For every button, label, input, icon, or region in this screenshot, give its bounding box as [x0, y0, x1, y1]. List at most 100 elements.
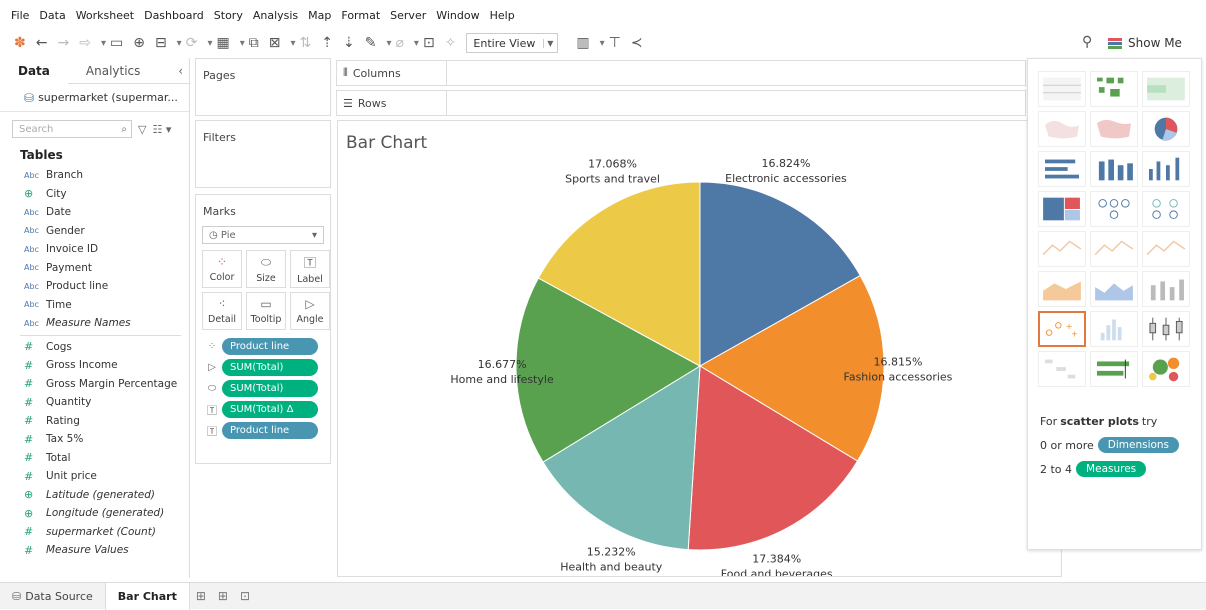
datasource-item[interactable]: ⛁ supermarket (supermar...: [0, 84, 189, 112]
data-source-tab[interactable]: ⛁ Data Source: [0, 583, 105, 610]
swap-icon[interactable]: ⇅: [300, 32, 312, 54]
new-worksheet-icon[interactable]: ⊞: [196, 589, 206, 603]
field-latitude-generated[interactable]: ⊕ Latitude (generated): [0, 486, 189, 505]
show-me-histogram[interactable]: [1090, 311, 1138, 347]
save-icon[interactable]: ▭: [110, 32, 123, 54]
menu-item-data[interactable]: Data: [34, 9, 70, 22]
share-icon[interactable]: ≺: [631, 32, 643, 54]
tableau-logo-icon[interactable]: ✽: [14, 32, 26, 54]
field-measure-values[interactable]: # Measure Values: [0, 541, 189, 560]
show-cards-icon[interactable]: ▥: [576, 32, 589, 54]
dropdown-icon[interactable]: ▾: [414, 32, 419, 54]
highlight-icon[interactable]: ✎: [365, 32, 377, 54]
pause-updates-icon[interactable]: ⊟: [155, 32, 167, 54]
show-me-symbol-map[interactable]: [1038, 111, 1086, 147]
duplicate-icon[interactable]: ⧉: [249, 32, 259, 54]
field-gross-margin-percentage[interactable]: # Gross Margin Percentage: [0, 375, 189, 394]
dropdown-icon[interactable]: ▾: [207, 32, 212, 54]
show-me-filled-map[interactable]: [1090, 111, 1138, 147]
field-tax-5[interactable]: # Tax 5%: [0, 430, 189, 449]
menu-item-analysis[interactable]: Analysis: [248, 9, 303, 22]
field-product-line[interactable]: Abc Product line: [0, 277, 189, 296]
menu-item-file[interactable]: File: [6, 9, 34, 22]
label-button[interactable]: 🅃 Label: [290, 250, 330, 288]
refresh-icon[interactable]: ⟳: [186, 32, 198, 54]
show-me-scatter-plot[interactable]: + +: [1038, 311, 1086, 347]
field-supermarket-count[interactable]: # supermarket (Count): [0, 523, 189, 542]
menu-item-help[interactable]: Help: [485, 9, 520, 22]
sheet-tab-bar-chart[interactable]: Bar Chart: [104, 582, 190, 610]
show-me-bullet-graph[interactable]: [1090, 351, 1138, 387]
menu-item-story[interactable]: Story: [209, 9, 248, 22]
dropdown-icon[interactable]: ▾: [600, 32, 605, 54]
size-button[interactable]: ⬭ Size: [246, 250, 286, 288]
show-me-dual-combination[interactable]: [1142, 271, 1190, 307]
field-gross-income[interactable]: # Gross Income: [0, 356, 189, 375]
show-me-side-by-side-bars[interactable]: [1142, 151, 1190, 187]
show-me-dual-line[interactable]: [1142, 231, 1190, 267]
show-me-area-continuous[interactable]: [1038, 271, 1086, 307]
new-dashboard-icon[interactable]: ⊞: [218, 589, 228, 603]
pin-icon[interactable]: ⚲: [1082, 34, 1092, 50]
forward-icon[interactable]: →: [57, 32, 69, 54]
presentation-mode-icon[interactable]: ⊤: [609, 32, 621, 54]
show-me-treemap[interactable]: [1038, 191, 1086, 227]
marks-pill[interactable]: SUM(Total): [222, 358, 318, 376]
field-gender[interactable]: Abc Gender: [0, 222, 189, 241]
group-icon[interactable]: ⌀: [395, 32, 403, 54]
field-invoice-id[interactable]: Abc Invoice ID: [0, 240, 189, 259]
new-worksheet-icon[interactable]: ▦: [216, 32, 229, 54]
pie-chart[interactable]: 16.824% Electronic accessories 16.815% Fash…: [338, 121, 1061, 580]
pages-card[interactable]: Pages: [195, 58, 331, 116]
dropdown-icon[interactable]: ▾: [177, 32, 182, 54]
dropdown-icon[interactable]: ▾: [386, 32, 391, 54]
tab-data[interactable]: Data: [0, 58, 68, 84]
filter-icon[interactable]: ▽: [138, 123, 146, 136]
show-me-discrete-line[interactable]: [1090, 231, 1138, 267]
angle-button[interactable]: ▷ Angle: [290, 292, 330, 330]
show-me-text-table[interactable]: [1038, 71, 1086, 107]
show-me-stacked-bars[interactable]: [1090, 151, 1138, 187]
view-size-select[interactable]: Entire View ▼: [466, 33, 559, 53]
marks-pill[interactable]: SUM(Total): [222, 379, 318, 397]
menu-item-map[interactable]: Map: [303, 9, 336, 22]
show-me-heat-map[interactable]: [1090, 71, 1138, 107]
field-payment[interactable]: Abc Payment: [0, 259, 189, 278]
rows-shelf[interactable]: ☰ Rows: [336, 90, 1026, 116]
columns-shelf[interactable]: ⦀ Columns: [336, 60, 1026, 86]
menu-item-dashboard[interactable]: Dashboard: [139, 9, 209, 22]
new-story-icon[interactable]: ⊡: [240, 589, 250, 603]
fix-axes-icon[interactable]: ✧: [445, 32, 457, 54]
show-me-horizontal-bars[interactable]: [1038, 151, 1086, 187]
show-me-button[interactable]: Show Me: [1108, 30, 1206, 56]
field-measure-names[interactable]: Abc Measure Names: [0, 314, 189, 333]
worksheet-view[interactable]: Bar Chart 16.824% Electronic accessories 1…: [337, 120, 1062, 580]
sheet-title[interactable]: Bar Chart: [346, 133, 427, 153]
clear-sheet-icon[interactable]: ⊠: [269, 32, 281, 54]
new-datasource-icon[interactable]: ⊕: [133, 32, 145, 54]
field-cogs[interactable]: # Cogs: [0, 338, 189, 357]
show-me-highlight-table[interactable]: [1142, 71, 1190, 107]
show-me-side-by-side-circles[interactable]: [1142, 191, 1190, 227]
view-options-icon[interactable]: ☷ ▾: [152, 123, 171, 136]
field-branch[interactable]: Abc Branch: [0, 166, 189, 185]
dropdown-icon[interactable]: ▾: [101, 32, 106, 54]
show-me-continuous-line[interactable]: [1038, 231, 1086, 267]
field-quantity[interactable]: # Quantity: [0, 393, 189, 412]
menu-item-worksheet[interactable]: Worksheet: [71, 9, 139, 22]
collapse-icon[interactable]: ‹: [178, 64, 183, 78]
show-me-box-whisker[interactable]: [1142, 311, 1190, 347]
mark-type-select[interactable]: ◷ Pie ▾: [202, 226, 324, 244]
show-labels-icon[interactable]: ⊡: [423, 32, 435, 54]
field-date[interactable]: Abc Date: [0, 203, 189, 222]
detail-button[interactable]: ⁖ Detail: [202, 292, 242, 330]
marks-pill[interactable]: Product line: [222, 421, 318, 439]
back-icon[interactable]: ←: [36, 32, 48, 54]
tab-analytics[interactable]: Analytics: [68, 58, 159, 84]
field-rating[interactable]: # Rating: [0, 412, 189, 431]
sort-ascending-icon[interactable]: ⇡: [321, 32, 333, 54]
color-button[interactable]: ⁘ Color: [202, 250, 242, 288]
menu-item-format[interactable]: Format: [336, 9, 385, 22]
marks-pill[interactable]: Product line: [222, 337, 318, 355]
field-time[interactable]: Abc Time: [0, 296, 189, 315]
